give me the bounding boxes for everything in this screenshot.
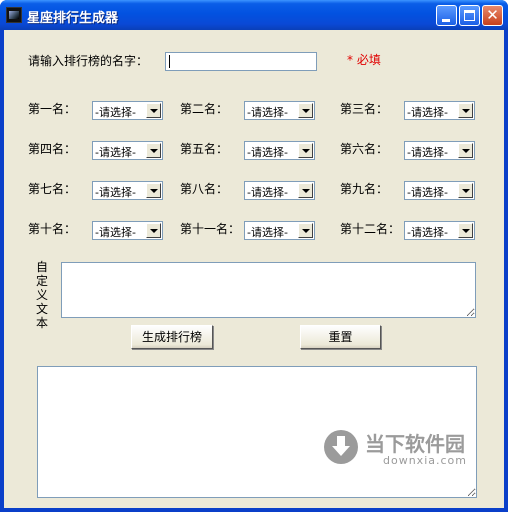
rank-2-label: 第二名：: [180, 102, 229, 116]
chevron-down-icon[interactable]: [298, 143, 313, 158]
rank-7-selected: -请选择-: [95, 186, 136, 199]
rank-9-selected: -请选择-: [407, 186, 448, 199]
rank-4-selected: -请选择-: [95, 146, 136, 159]
chevron-down-icon[interactable]: [146, 143, 161, 158]
chevron-down-icon[interactable]: [458, 143, 473, 158]
rank-2-select[interactable]: -请选择-: [244, 101, 315, 120]
window-title: 星座排行生成器: [27, 11, 119, 26]
reset-button[interactable]: 重置: [300, 325, 381, 349]
rank-10-label: 第十名：: [28, 222, 77, 236]
chevron-down-icon[interactable]: [458, 183, 473, 198]
app-icon[interactable]: [6, 7, 22, 23]
generate-ranking-button[interactable]: 生成排行榜: [131, 325, 213, 349]
name-label: 请输入排行榜的名字：: [28, 54, 149, 68]
rank-3-selected: -请选择-: [407, 106, 448, 119]
rank-11-select[interactable]: -请选择-: [244, 221, 315, 240]
rank-6-select[interactable]: -请选择-: [404, 141, 475, 160]
rank-5-label: 第五名：: [180, 142, 229, 156]
rank-11-selected: -请选择-: [247, 226, 288, 239]
rank-11-label: 第十一名：: [180, 222, 241, 236]
rank-7-select[interactable]: -请选择-: [92, 181, 163, 200]
rank-7-label: 第七名：: [28, 182, 77, 196]
close-icon: ✕: [486, 6, 499, 24]
rank-3-select[interactable]: -请选择-: [404, 101, 475, 120]
rank-4-label: 第四名：: [28, 142, 77, 156]
maximize-icon: [464, 10, 475, 21]
rank-2-selected: -请选择-: [247, 106, 288, 119]
chevron-down-icon[interactable]: [298, 183, 313, 198]
minimize-button[interactable]: [436, 5, 457, 26]
chevron-down-icon[interactable]: [298, 223, 313, 238]
rank-9-select[interactable]: -请选择-: [404, 181, 475, 200]
rank-9-label: 第九名：: [340, 182, 389, 196]
rank-8-label: 第八名：: [180, 182, 229, 196]
custom-text-area[interactable]: [61, 262, 476, 318]
text-caret: [169, 55, 170, 68]
rank-5-select[interactable]: -请选择-: [244, 141, 315, 160]
rank-12-select[interactable]: -请选择-: [404, 221, 475, 240]
rank-3-label: 第三名：: [340, 102, 389, 116]
rank-1-selected: -请选择-: [95, 106, 136, 119]
rank-6-selected: -请选择-: [407, 146, 448, 159]
close-button[interactable]: ✕: [482, 5, 503, 26]
chevron-down-icon[interactable]: [146, 223, 161, 238]
watermark: 当下软件园 downxia.com: [318, 430, 478, 470]
rank-10-selected: -请选择-: [95, 226, 136, 239]
rank-8-selected: -请选择-: [247, 186, 288, 199]
rank-10-select[interactable]: -请选择-: [92, 221, 163, 240]
download-arrow-icon: [324, 430, 358, 464]
maximize-button[interactable]: [459, 5, 480, 26]
rank-4-select[interactable]: -请选择-: [92, 141, 163, 160]
ranking-name-input[interactable]: [165, 52, 317, 71]
chevron-down-icon[interactable]: [298, 103, 313, 118]
chevron-down-icon[interactable]: [458, 103, 473, 118]
watermark-brand: 当下软件园: [365, 432, 465, 456]
rank-5-selected: -请选择-: [247, 146, 288, 159]
rank-8-select[interactable]: -请选择-: [244, 181, 315, 200]
app-window: 星座排行生成器 ✕ 请输入排行榜的名字： * 必填 第一名： -请选择- 第二名…: [0, 0, 508, 512]
rank-1-select[interactable]: -请选择-: [92, 101, 163, 120]
chevron-down-icon[interactable]: [146, 103, 161, 118]
required-note: * 必填: [347, 53, 381, 67]
title-bar[interactable]: 星座排行生成器 ✕: [0, 0, 508, 30]
watermark-url: downxia.com: [383, 454, 467, 467]
rank-6-label: 第六名：: [340, 142, 389, 156]
chevron-down-icon[interactable]: [146, 183, 161, 198]
minimize-icon: [442, 19, 450, 22]
rank-1-label: 第一名：: [28, 102, 77, 116]
chevron-down-icon[interactable]: [458, 223, 473, 238]
rank-12-label: 第十二名：: [340, 222, 401, 236]
custom-text-label: 自定义文本: [35, 260, 48, 330]
rank-12-selected: -请选择-: [407, 226, 448, 239]
